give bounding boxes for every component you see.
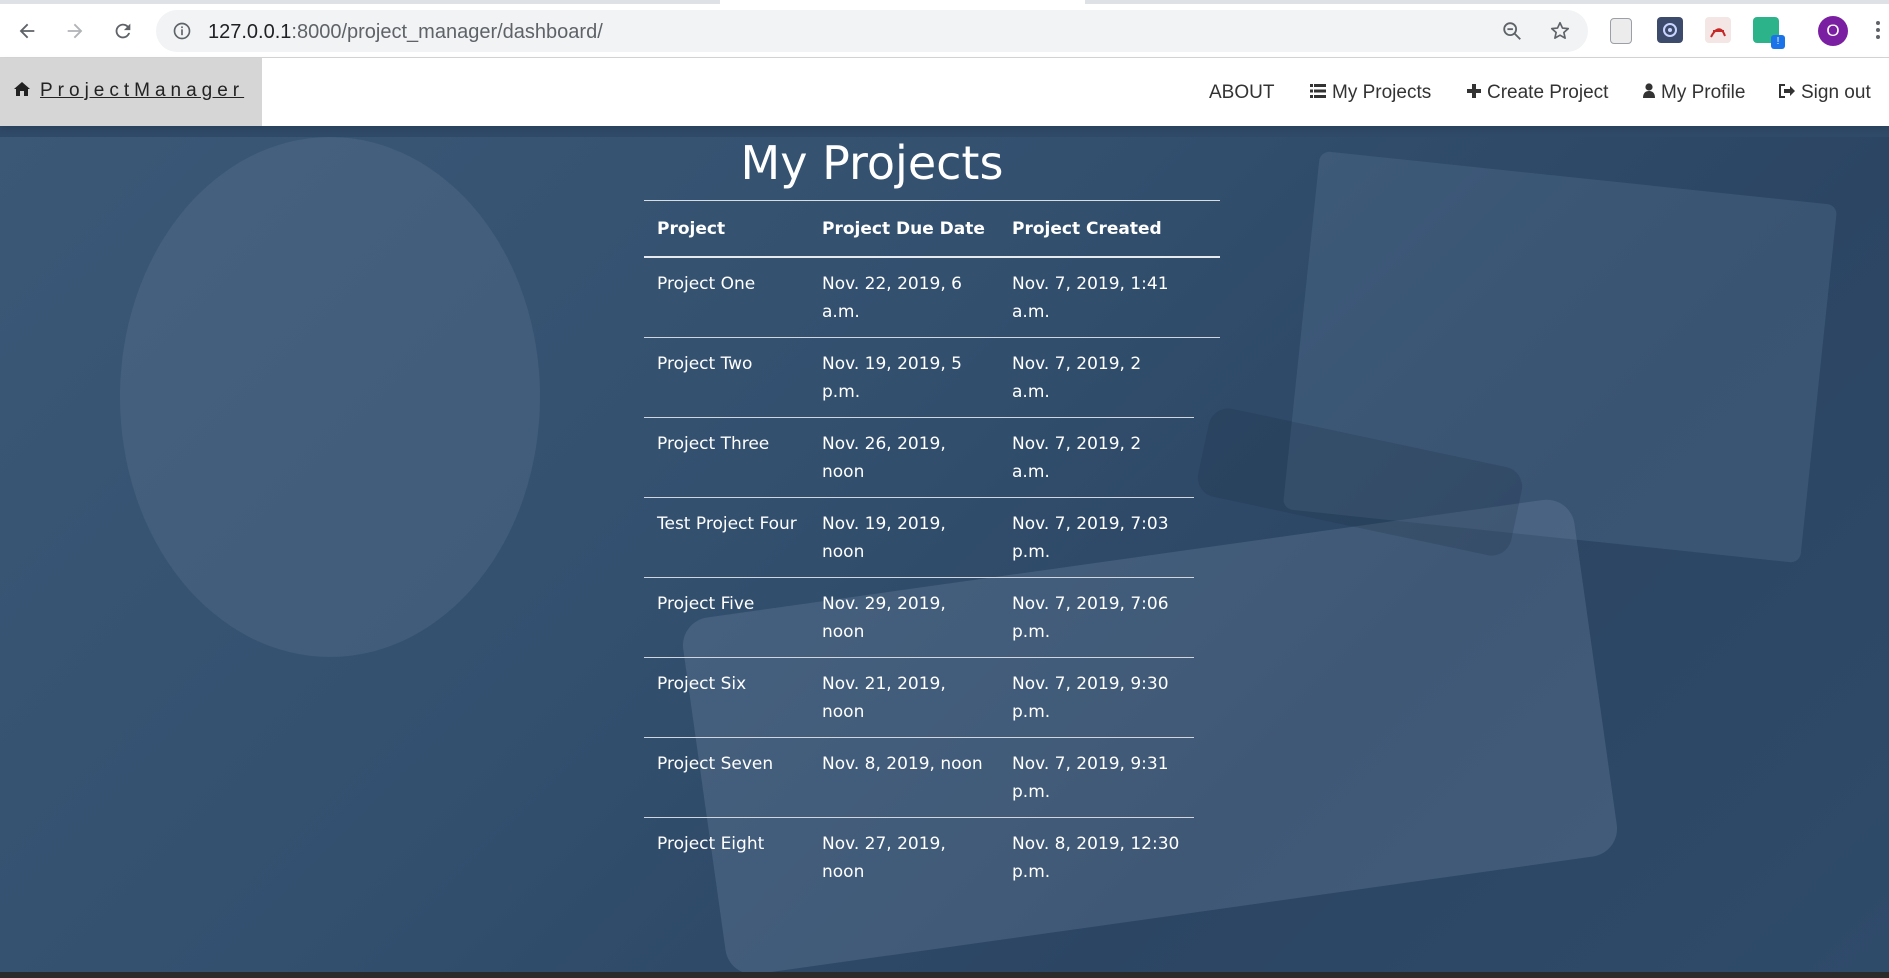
nav-create-project-label: Create Project bbox=[1487, 82, 1609, 103]
menu-kebab-icon[interactable] bbox=[1874, 18, 1882, 44]
table-row: Project Two Nov. 19, 2019, 5 p.m. Nov. 7… bbox=[644, 337, 1220, 418]
project-due-date: Nov. 26, 2019, noon bbox=[809, 417, 999, 498]
zoom-out-icon[interactable] bbox=[1500, 19, 1524, 43]
row-extension bbox=[1194, 738, 1220, 818]
active-tab[interactable] bbox=[720, 0, 1085, 4]
table-row: Project Five Nov. 29, 2019, noon Nov. 7,… bbox=[644, 577, 1220, 658]
project-due-date: Nov. 29, 2019, noon bbox=[809, 577, 999, 658]
column-header-project: Project bbox=[644, 200, 809, 258]
table-row: Test Project Four Nov. 19, 2019, noon No… bbox=[644, 497, 1220, 578]
row-extension bbox=[1194, 658, 1220, 738]
home-icon bbox=[14, 80, 30, 102]
extension-badge-icon[interactable]: ! bbox=[1753, 17, 1785, 49]
bottom-strip bbox=[0, 972, 1889, 978]
projects-table: Project Project Due Date Project Created… bbox=[644, 200, 1220, 897]
user-icon bbox=[1643, 82, 1655, 104]
reload-icon[interactable] bbox=[106, 14, 140, 48]
nav-about[interactable]: ABOUT bbox=[1209, 82, 1274, 104]
puzzle-icon[interactable] bbox=[1657, 17, 1683, 43]
forward-icon[interactable] bbox=[58, 14, 92, 48]
url-text[interactable]: 127.0.0.1:8000/project_manager/dashboard… bbox=[208, 21, 603, 44]
acrobat-icon[interactable] bbox=[1705, 17, 1731, 43]
nav-my-projects[interactable]: My Projects bbox=[1310, 82, 1431, 104]
person-shape bbox=[120, 137, 540, 657]
row-extension bbox=[1194, 257, 1220, 338]
nav-my-profile-label: My Profile bbox=[1661, 82, 1746, 103]
document-icon[interactable] bbox=[1610, 18, 1632, 44]
plus-icon bbox=[1467, 82, 1481, 104]
project-created: Nov. 7, 2019, 9:31 p.m. bbox=[999, 737, 1194, 818]
browser-toolbar: 127.0.0.1:8000/project_manager/dashboard… bbox=[0, 0, 1889, 58]
project-name[interactable]: Project Five bbox=[644, 577, 809, 658]
table-row: Project Six Nov. 21, 2019, noon Nov. 7, … bbox=[644, 657, 1220, 738]
project-name[interactable]: Project Two bbox=[644, 337, 809, 418]
nav-my-projects-label: My Projects bbox=[1332, 82, 1432, 103]
project-name[interactable]: Project One bbox=[644, 257, 809, 338]
address-bar[interactable]: 127.0.0.1:8000/project_manager/dashboard… bbox=[156, 10, 1588, 52]
nav-sign-out[interactable]: Sign out bbox=[1779, 82, 1871, 104]
project-due-date: Nov. 19, 2019, noon bbox=[809, 497, 999, 578]
column-header-created: Project Created bbox=[999, 200, 1194, 258]
header-extension bbox=[1194, 200, 1220, 258]
project-name[interactable]: Project Seven bbox=[644, 737, 809, 818]
nav-about-label: ABOUT bbox=[1209, 82, 1275, 103]
table-row: Project Three Nov. 26, 2019, noon Nov. 7… bbox=[644, 417, 1220, 498]
site-navbar: ProjectManager ABOUT My Projects Create … bbox=[0, 58, 1889, 126]
nav-sign-out-label: Sign out bbox=[1801, 82, 1871, 103]
back-icon[interactable] bbox=[10, 14, 44, 48]
table-header-row: Project Project Due Date Project Created bbox=[644, 200, 1220, 258]
column-header-due-date: Project Due Date bbox=[809, 200, 999, 258]
project-due-date: Nov. 19, 2019, 5 p.m. bbox=[809, 337, 999, 418]
project-created: Nov. 7, 2019, 7:06 p.m. bbox=[999, 577, 1194, 658]
project-due-date: Nov. 22, 2019, 6 a.m. bbox=[809, 257, 999, 338]
project-created: Nov. 8, 2019, 12:30 p.m. bbox=[1012, 834, 1180, 882]
brand-link[interactable]: ProjectManager bbox=[14, 80, 244, 102]
list-icon bbox=[1310, 82, 1326, 104]
table-row: Project Seven Nov. 8, 2019, noon Nov. 7,… bbox=[644, 737, 1220, 818]
info-icon[interactable] bbox=[170, 19, 194, 43]
sign-out-icon bbox=[1779, 82, 1795, 104]
star-icon[interactable] bbox=[1548, 19, 1572, 43]
profile-avatar[interactable]: O bbox=[1818, 16, 1848, 46]
nav-create-project[interactable]: Create Project bbox=[1467, 82, 1608, 104]
project-name[interactable]: Project Eight bbox=[644, 818, 809, 898]
table-row: Project One Nov. 22, 2019, 6 a.m. Nov. 7… bbox=[644, 257, 1220, 338]
row-extension bbox=[1194, 418, 1220, 498]
project-due-date: Nov. 27, 2019, noon bbox=[822, 834, 946, 882]
url-host: 127.0.0.1 bbox=[208, 21, 292, 43]
project-created: Nov. 7, 2019, 9:30 p.m. bbox=[999, 657, 1194, 738]
project-created: Nov. 7, 2019, 2 a.m. bbox=[999, 417, 1194, 498]
nav-my-profile[interactable]: My Profile bbox=[1643, 82, 1745, 104]
project-created: Nov. 7, 2019, 2 a.m. bbox=[999, 337, 1194, 418]
row-extension bbox=[1194, 498, 1220, 578]
project-name[interactable]: Project Six bbox=[644, 657, 809, 738]
project-due-date: Nov. 21, 2019, noon bbox=[809, 657, 999, 738]
project-created: Nov. 7, 2019, 1:41 a.m. bbox=[999, 257, 1194, 338]
url-path: :8000/project_manager/dashboard/ bbox=[291, 21, 603, 43]
project-due-date: Nov. 8, 2019, noon bbox=[809, 737, 999, 818]
project-name[interactable]: Test Project Four bbox=[644, 497, 809, 578]
project-created: Nov. 7, 2019, 7:03 p.m. bbox=[999, 497, 1194, 578]
table-row: Project Eight Nov. 27, 2019, noon Nov. 8… bbox=[644, 818, 1220, 898]
brand-container: ProjectManager bbox=[0, 58, 262, 126]
project-name[interactable]: Project Three bbox=[644, 417, 809, 498]
brand-label: ProjectManager bbox=[40, 80, 245, 101]
tab-strip bbox=[0, 0, 1889, 4]
page-title: My Projects bbox=[740, 136, 1004, 190]
row-extension bbox=[1194, 578, 1220, 658]
row-extension bbox=[1194, 818, 1220, 898]
row-extension bbox=[1194, 338, 1220, 418]
